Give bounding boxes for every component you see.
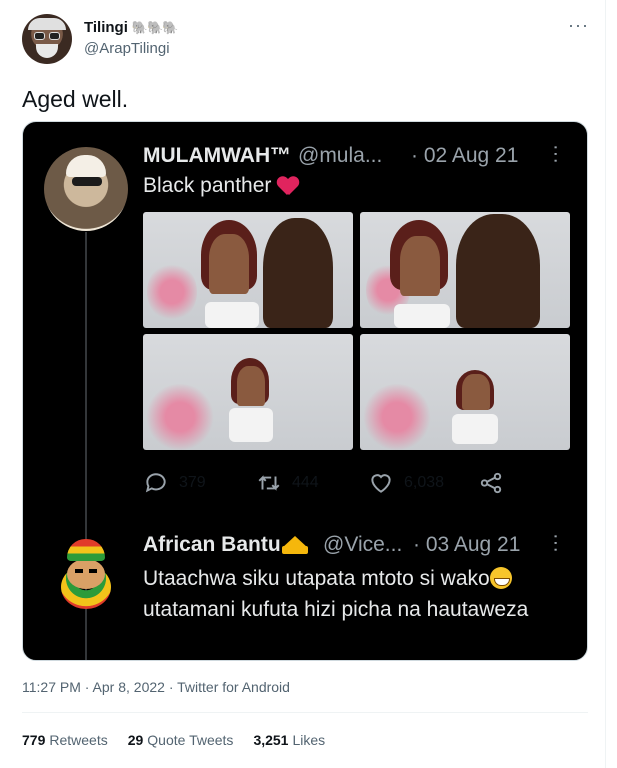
reply2-date: · 03 Aug 21: [413, 533, 521, 556]
quote-tweets-count: 29: [127, 732, 144, 748]
share-action: [478, 470, 504, 496]
photo-woman-1: [143, 334, 353, 450]
reply1-text-content: Black panther: [143, 174, 272, 197]
thread-line: [85, 622, 87, 660]
tweet-timestamp[interactable]: 11:27 PM · Apr 8, 2022 · Twitter for And…: [22, 679, 290, 695]
retweets-stat[interactable]: 779 Retweets: [22, 732, 108, 748]
tweet-text: Aged well.: [22, 86, 129, 112]
quote-tweets-stat[interactable]: 29 Quote Tweets: [128, 732, 234, 748]
like-action: 6,038: [368, 470, 444, 496]
elephant-emoji: 🐘🐘🐘: [131, 19, 179, 35]
author-handle[interactable]: @ArapTilingi: [84, 40, 170, 57]
tweet-card: Tilingi 🐘🐘🐘 @ArapTilingi ··· Aged well. …: [0, 0, 606, 768]
reply1-text: Black panther: [143, 174, 299, 198]
crown-icon: [281, 536, 308, 554]
reply2-name: African Bantu: [143, 533, 281, 556]
heart-outline-icon: [371, 474, 391, 493]
photo-couple-2: [360, 212, 570, 328]
red-heart-icon: [277, 176, 299, 196]
reply-count: 379: [179, 474, 206, 491]
likes-label: Likes: [292, 732, 326, 748]
retweet-action: 444: [256, 470, 319, 496]
quote-tweets-label: Quote Tweets: [147, 732, 234, 748]
grinning-face-icon: [489, 567, 512, 589]
reply-action: 379: [143, 470, 206, 496]
reply2-name-line: African Bantu: [143, 533, 308, 557]
reply1-handle: @mula...: [298, 144, 383, 167]
author-avatar[interactable]: [22, 14, 72, 64]
likes-count: 3,251: [253, 732, 289, 748]
retweets-label: Retweets: [49, 732, 108, 748]
reply2-text: Utaachwa siku utapata mtoto si wako utat…: [143, 563, 573, 625]
more-horizontal-icon[interactable]: ···: [568, 16, 589, 34]
likes-stat[interactable]: 3,251 Likes: [253, 732, 325, 748]
share-icon: [480, 472, 502, 494]
retweets-count: 779: [22, 732, 46, 748]
embedded-screenshot-image[interactable]: MULAMWAH™ @mula... · 02 Aug 21 ··· Black…: [22, 121, 588, 661]
photo-couple-1: [143, 212, 353, 328]
reply2-handle: @Vice...: [323, 533, 403, 556]
reply1-avatar: [44, 147, 128, 231]
author-display-name[interactable]: Tilingi: [84, 19, 128, 36]
photo-woman-2: [360, 334, 570, 450]
retweet-count: 444: [292, 474, 319, 491]
retweet-icon: [258, 475, 280, 491]
reply2-text-line1: Utaachwa siku utapata mtoto si wako: [143, 567, 490, 590]
reply1-date: · 02 Aug 21: [411, 144, 519, 167]
author-name-line[interactable]: Tilingi 🐘🐘🐘: [84, 19, 179, 36]
tweet-stats: 779 Retweets 29 Quote Tweets 3,251 Likes: [22, 732, 325, 748]
divider: [22, 712, 588, 713]
reply2-text-rest: utatamani kufuta hizi picha na hautaweza: [143, 598, 529, 621]
reply-icon: [145, 473, 166, 493]
reply2-avatar: [61, 539, 111, 611]
like-count: 6,038: [404, 474, 445, 491]
more-vertical-icon: ···: [545, 533, 567, 553]
more-vertical-icon: ···: [545, 144, 567, 164]
reply1-name: MULAMWAH™: [143, 144, 292, 167]
